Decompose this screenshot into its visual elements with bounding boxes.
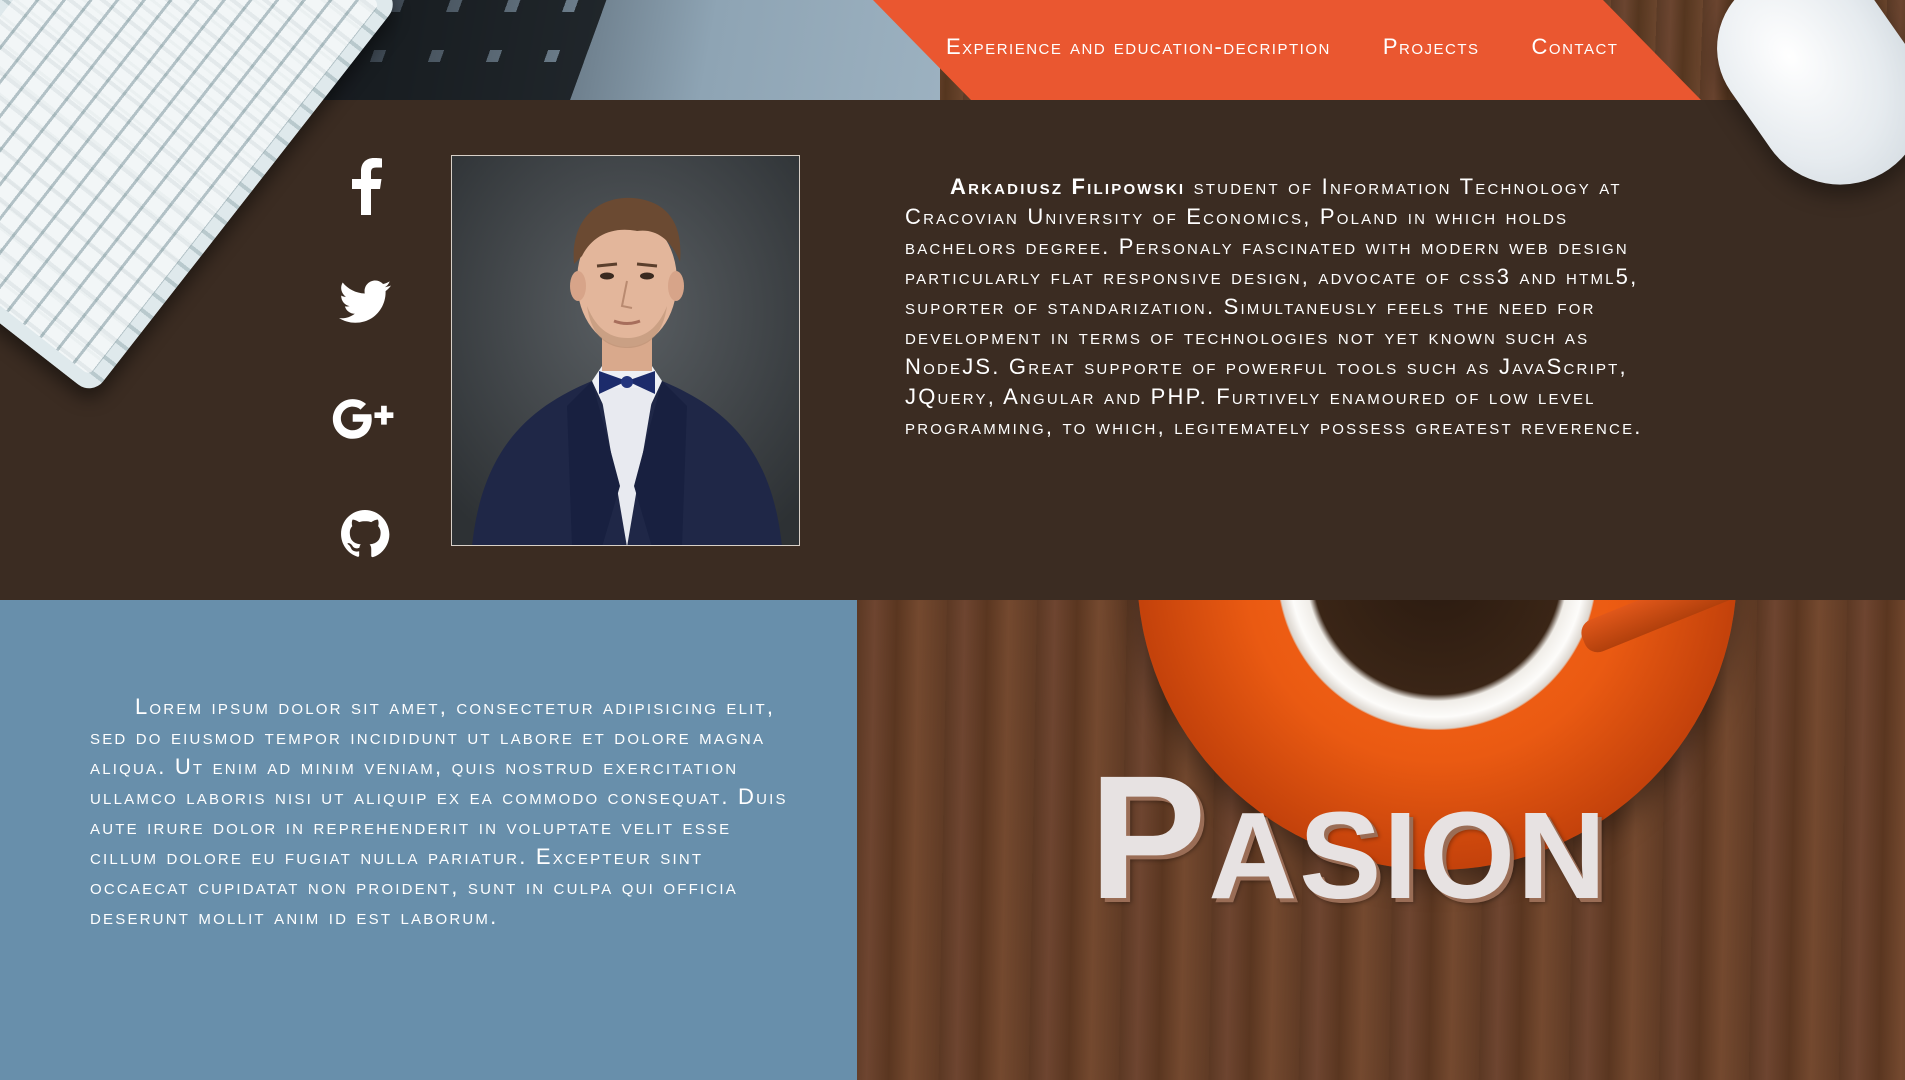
github-icon[interactable]: [330, 500, 400, 568]
pasion-title: Pasion: [1089, 740, 1608, 936]
nav-projects-link[interactable]: Projects: [1383, 34, 1480, 60]
google-plus-icon[interactable]: [330, 384, 400, 452]
lorem-text: Lorem ipsum dolor sit amet, consectetur …: [90, 694, 788, 929]
social-links: [330, 152, 400, 568]
twitter-icon[interactable]: [330, 268, 400, 336]
nav-experience-link[interactable]: Experience and education-decription: [946, 34, 1331, 60]
bio-name: Arkadiusz Filipowski: [950, 174, 1186, 199]
about-section: Arkadiusz Filipowski student of Informat…: [0, 100, 1905, 600]
main-nav: Experience and education-decription Proj…: [946, 34, 1618, 60]
profile-photo: [451, 155, 800, 546]
facebook-icon[interactable]: [330, 152, 400, 220]
bio-body: student of Information Technology at Cra…: [905, 174, 1643, 439]
pasion-panel: Pasion: [857, 600, 1905, 1080]
nav-contact-link[interactable]: Contact: [1532, 34, 1619, 60]
lorem-panel: Lorem ipsum dolor sit amet, consectetur …: [0, 600, 857, 1080]
bio-text: Arkadiusz Filipowski student of Informat…: [905, 172, 1665, 442]
